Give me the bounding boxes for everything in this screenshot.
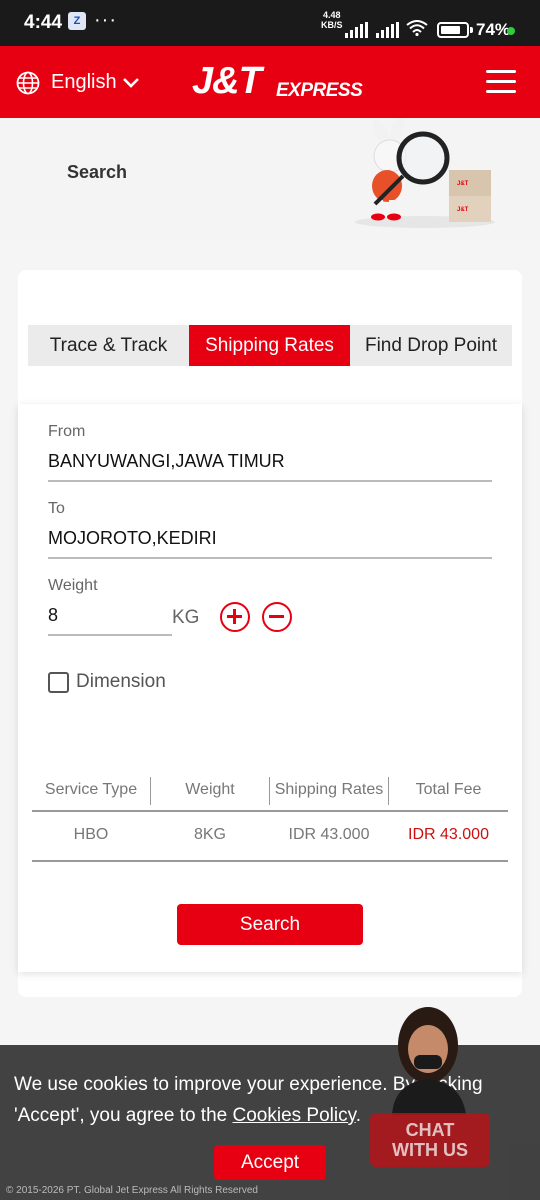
cookies-policy-link[interactable]: Cookies Policy [233,1105,356,1126]
jt-express-logo[interactable]: J&T EXPRESS [192,60,363,104]
column-header: Total Fee [415,781,482,798]
to-underline [48,557,492,559]
to-field[interactable]: MOJOROTO,KEDIRI [48,528,217,549]
from-label: From [48,423,86,440]
column-header: Service Type [44,781,138,798]
table-divider [32,810,508,812]
chat-label: CHAT WITH US [370,1113,490,1167]
service-tabs: Trace & Track Shipping Rates Find Drop P… [28,325,512,366]
app-notification-icon: Z [68,12,86,30]
weight-label: Weight [48,577,98,594]
tab-find-drop-point[interactable]: Find Drop Point [350,325,512,366]
weight-cell: 8KG [193,826,226,843]
weight-input[interactable]: 8 [48,605,58,626]
status-bar: 4:44 Z ··· 4.48 KB/S 74% [0,0,540,46]
network-speed: 4.48 KB/S [321,10,343,30]
status-time: 4:44 [24,12,63,33]
menu-icon[interactable] [486,70,516,94]
battery-percent: 74% [476,20,511,39]
column-header: Shipping Rates [274,781,384,798]
total-fee-cell: IDR 43.000 [408,826,489,843]
page-title: Search [67,162,128,182]
tab-trace-track[interactable]: Trace & Track [28,325,189,366]
signal-icon [345,22,368,38]
to-label: To [48,500,65,517]
chat-with-us-widget[interactable]: CHAT WITH US [370,1005,490,1167]
battery-icon [437,22,469,38]
weight-underline [48,634,172,636]
from-underline [48,480,492,482]
chat-agent-avatar [392,1007,466,1115]
accept-cookies-button[interactable]: Accept [214,1145,326,1180]
copyright-text: © 2015-2026 PT. Global Jet Express All R… [6,1185,258,1196]
from-field[interactable]: BANYUWANGI,JAWA TIMUR [48,451,285,472]
shipping-rate-cell: IDR 43.000 [288,826,370,843]
chevron-down-icon[interactable] [122,77,140,89]
column-header: Weight [185,781,235,798]
search-button[interactable]: Search [177,904,363,945]
rabbit-mascot-illustration: J&T J&T [355,118,495,228]
language-selector[interactable]: English [51,71,117,94]
site-header: English J&T EXPRESS [0,46,540,118]
hero-banner: Search J&T J&T [0,118,540,240]
dimension-checkbox[interactable] [48,672,69,693]
globe-icon[interactable] [16,71,40,95]
svg-text:J&T: J&T [457,207,469,213]
dimension-label: Dimension [76,671,166,692]
increase-weight-button[interactable] [220,602,250,632]
more-notifications-icon: ··· [94,9,117,31]
signal-icon [376,22,399,38]
tab-shipping-rates[interactable]: Shipping Rates [189,325,350,366]
svg-text:J&T: J&T [457,181,469,187]
table-divider [32,860,508,862]
decrease-weight-button[interactable] [262,602,292,632]
privacy-indicator [507,27,515,35]
weight-unit: KG [172,607,200,628]
service-type-cell: HBO [73,826,109,843]
wifi-icon [406,20,428,36]
